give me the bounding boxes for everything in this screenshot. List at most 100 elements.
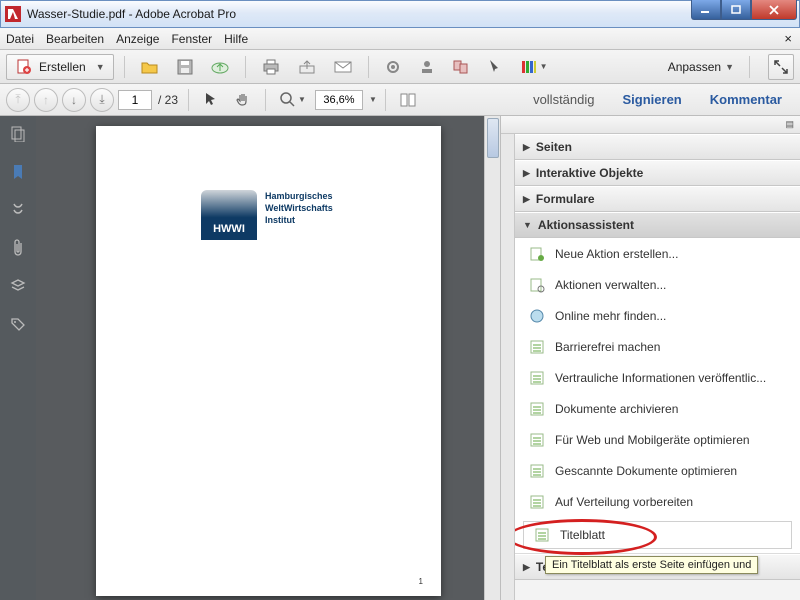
caret-right-icon: ▶	[523, 168, 530, 179]
signatures-panel-button[interactable]	[8, 200, 28, 220]
tools-panel: ▤ ▶Seiten ▶Interaktive Objekte ▶Formular…	[500, 116, 800, 600]
print-button[interactable]	[256, 54, 286, 80]
gear-icon	[384, 58, 402, 76]
section-formulare[interactable]: ▶Formulare	[515, 186, 800, 212]
color-button[interactable]: ▼	[515, 54, 553, 80]
last-page-button[interactable]: ⤓	[90, 88, 114, 112]
color-bars-icon	[520, 58, 538, 76]
share-button[interactable]	[292, 54, 322, 80]
action-web-mobil[interactable]: Für Web und Mobilgeräte optimieren	[515, 424, 800, 455]
window-title: Wasser-Studie.pdf - Adobe Acrobat Pro	[27, 7, 236, 21]
section-seiten-label: Seiten	[536, 140, 572, 154]
magnifier-icon	[279, 91, 297, 109]
hand-tool-button[interactable]	[229, 87, 257, 113]
wizard-manage-icon	[529, 277, 545, 293]
document-close-button[interactable]: ×	[784, 31, 792, 46]
tools-list: ▶Seiten ▶Interaktive Objekte ▶Formulare …	[515, 134, 800, 600]
menu-fenster[interactable]: Fenster	[171, 32, 212, 46]
document-viewport[interactable]: HWWI Hamburgisches WeltWirtschafts Insti…	[36, 116, 500, 600]
first-page-button[interactable]: ⤒	[6, 88, 30, 112]
tab-vollstaendig[interactable]: vollständig	[521, 92, 606, 107]
combine-button[interactable]	[447, 54, 475, 80]
zoom-dropdown-icon[interactable]: ▼	[369, 95, 377, 104]
menu-bearbeiten[interactable]: Bearbeiten	[46, 32, 104, 46]
page-number-input[interactable]	[118, 90, 152, 110]
action-vertraulich[interactable]: Vertrauliche Informationen veröffentlic.…	[515, 362, 800, 393]
action-archivieren[interactable]: Dokumente archivieren	[515, 393, 800, 424]
paperclip-icon	[11, 239, 25, 257]
document-scrollbar[interactable]	[484, 116, 500, 600]
tab-signieren[interactable]: Signieren	[611, 92, 694, 107]
action-label: Gescannte Dokumente optimieren	[555, 464, 737, 478]
open-button[interactable]	[135, 54, 165, 80]
action-aktionen-verwalten[interactable]: Aktionen verwalten...	[515, 269, 800, 300]
thumbnails-panel-button[interactable]	[8, 124, 28, 144]
action-gescannt[interactable]: Gescannte Dokumente optimieren	[515, 455, 800, 486]
email-button[interactable]	[328, 54, 358, 80]
hand-icon	[234, 91, 252, 109]
customize-button[interactable]: Anpassen ▼	[663, 59, 739, 75]
checklist-icon	[529, 463, 545, 479]
window-titlebar: Wasser-Studie.pdf - Adobe Acrobat Pro	[0, 0, 800, 28]
action-barrierefrei[interactable]: Barrierefrei machen	[515, 331, 800, 362]
checklist-icon	[529, 494, 545, 510]
action-label: Barrierefrei machen	[555, 340, 660, 354]
app-icon	[5, 6, 21, 22]
layers-panel-button[interactable]	[8, 276, 28, 296]
action-label: Für Web und Mobilgeräte optimieren	[555, 433, 750, 447]
create-label: Erstellen	[39, 60, 86, 74]
checklist-icon	[529, 370, 545, 386]
zoom-input[interactable]	[315, 90, 363, 110]
action-label: Aktionen verwalten...	[555, 278, 666, 292]
window-maximize-button[interactable]	[721, 0, 751, 20]
stamp-button[interactable]	[413, 54, 441, 80]
cloud-button[interactable]	[205, 54, 235, 80]
edit-button[interactable]	[481, 54, 509, 80]
window-close-button[interactable]	[751, 0, 797, 20]
action-label: Neue Aktion erstellen...	[555, 247, 678, 261]
panel-collapse-strip[interactable]	[501, 134, 515, 600]
prev-page-button[interactable]: ↑	[34, 88, 58, 112]
scrollbar-thumb[interactable]	[487, 118, 499, 158]
action-neue-aktion[interactable]: Neue Aktion erstellen...	[515, 238, 800, 269]
cursor-edit-icon	[486, 58, 504, 76]
ribbon-icon	[10, 202, 26, 218]
section-seiten[interactable]: ▶Seiten	[515, 134, 800, 160]
create-button[interactable]: Erstellen ▼	[6, 54, 114, 80]
window-minimize-button[interactable]	[691, 0, 721, 20]
select-tool-button[interactable]	[197, 87, 225, 113]
expand-icon	[773, 59, 789, 75]
envelope-icon	[333, 60, 353, 74]
stamp-icon	[418, 58, 436, 76]
printer-icon	[261, 58, 281, 76]
folder-open-icon	[140, 58, 160, 76]
section-interaktiv-label: Interaktive Objekte	[536, 166, 643, 180]
bookmarks-panel-button[interactable]	[8, 162, 28, 182]
section-aktionsassistent[interactable]: ▼Aktionsassistent	[515, 212, 800, 238]
logo-badge: HWWI	[201, 190, 257, 240]
action-label: Dokumente archivieren	[555, 402, 678, 416]
checklist-icon	[529, 339, 545, 355]
section-aktion-label: Aktionsassistent	[538, 218, 634, 232]
zoom-tool-button[interactable]: ▼	[274, 87, 311, 113]
panel-options-icon[interactable]: ▤	[785, 119, 794, 130]
main-area: HWWI Hamburgisches WeltWirtschafts Insti…	[0, 116, 800, 600]
checklist-icon	[529, 432, 545, 448]
caret-right-icon: ▶	[523, 194, 530, 205]
menu-hilfe[interactable]: Hilfe	[224, 32, 248, 46]
menu-datei[interactable]: Datei	[6, 32, 34, 46]
tab-kommentar[interactable]: Kommentar	[698, 92, 794, 107]
action-titelblatt[interactable]: Titelblatt	[523, 521, 792, 549]
menubar: Datei Bearbeiten Anzeige Fenster Hilfe ×	[0, 28, 800, 50]
save-button[interactable]	[171, 54, 199, 80]
fullscreen-button[interactable]	[768, 54, 794, 80]
next-page-button[interactable]: ↓	[62, 88, 86, 112]
action-online-finden[interactable]: Online mehr finden...	[515, 300, 800, 331]
attachments-panel-button[interactable]	[8, 238, 28, 258]
action-verteilung[interactable]: Auf Verteilung vorbereiten	[515, 486, 800, 517]
settings-button[interactable]	[379, 54, 407, 80]
view-mode-button[interactable]	[394, 87, 424, 113]
tags-panel-button[interactable]	[8, 314, 28, 334]
section-interaktive-objekte[interactable]: ▶ Interaktive Objekte	[515, 160, 800, 186]
menu-anzeige[interactable]: Anzeige	[116, 32, 159, 46]
